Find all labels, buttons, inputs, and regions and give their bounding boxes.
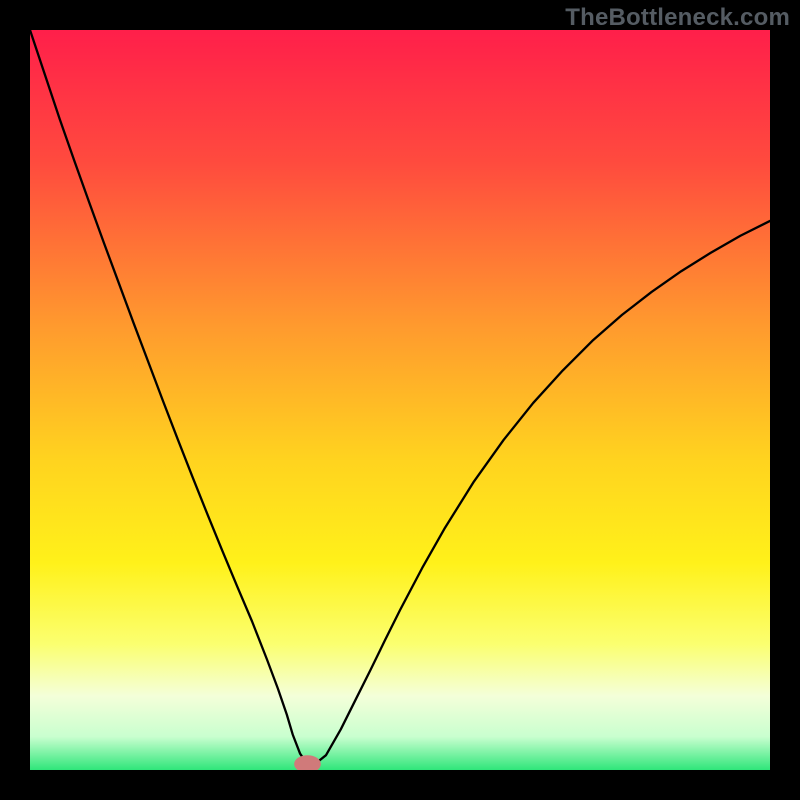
plot-area — [30, 30, 770, 770]
chart-frame: TheBottleneck.com — [0, 0, 800, 800]
watermark-text: TheBottleneck.com — [565, 4, 790, 32]
chart-svg — [30, 30, 770, 770]
gradient-background — [30, 30, 770, 770]
